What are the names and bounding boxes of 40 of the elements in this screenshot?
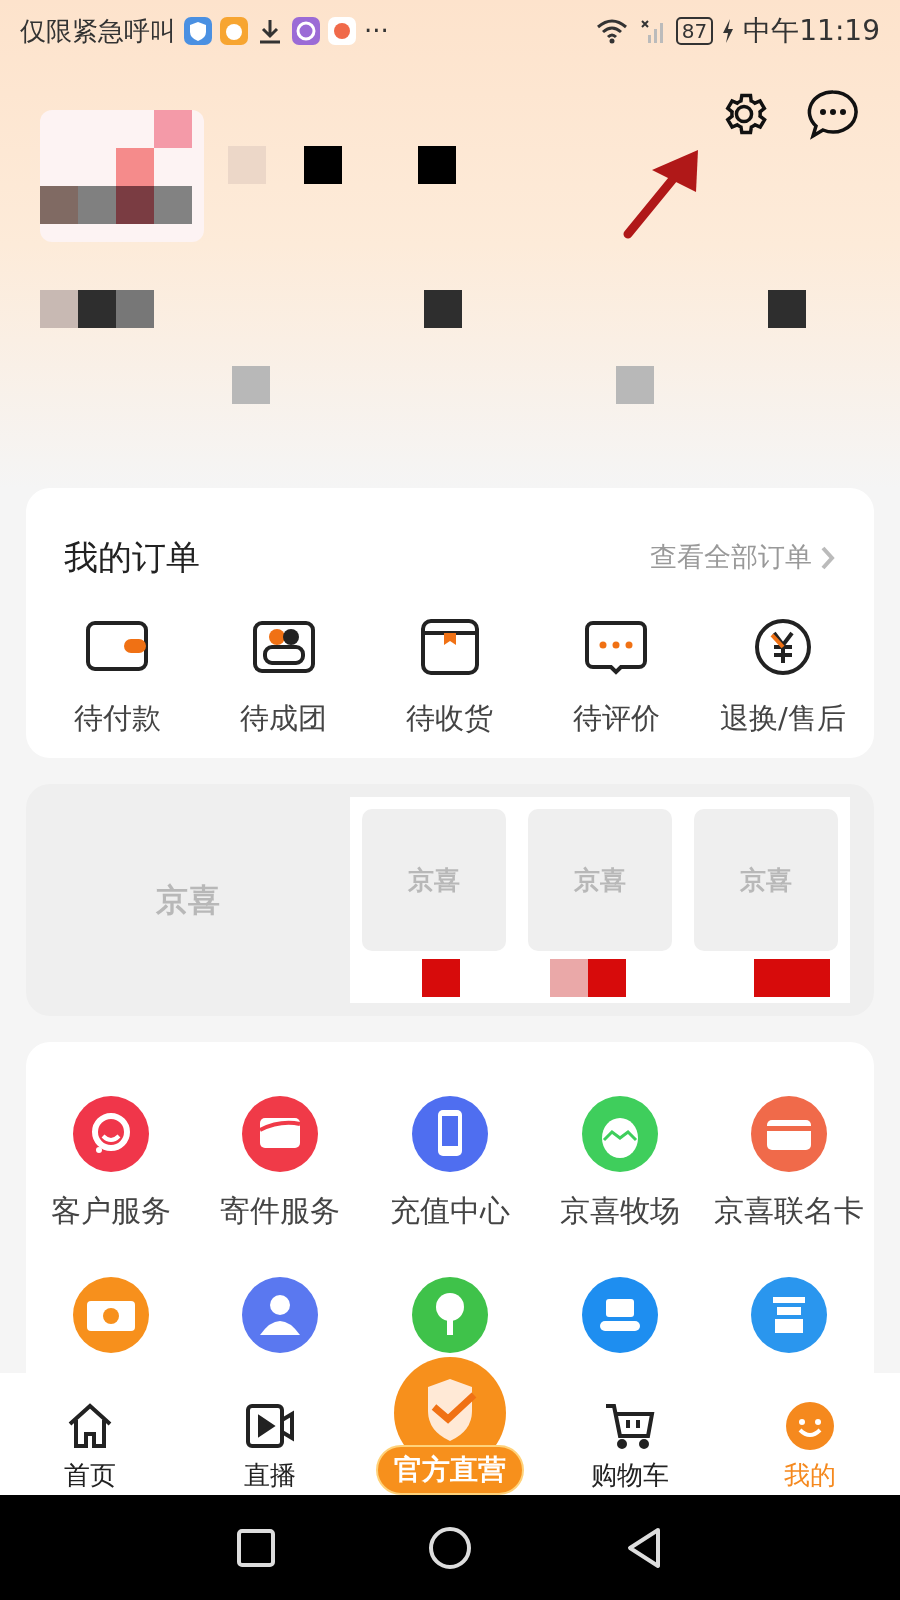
- charging-icon: [721, 18, 736, 44]
- service-icon: [412, 1096, 488, 1172]
- service-icon: [581, 1277, 658, 1353]
- service-button[interactable]: 京喜联名卡: [704, 1096, 874, 1233]
- service-icon: [581, 1096, 658, 1172]
- order-status-button[interactable]: 待收货: [366, 617, 534, 741]
- mosaic-drawing: [422, 959, 460, 997]
- shield-app-icon: [184, 17, 212, 45]
- service-button[interactable]: [242, 1277, 319, 1353]
- service-button[interactable]: [581, 1277, 658, 1353]
- battery-level: 87: [675, 17, 714, 45]
- tab-item[interactable]: 直播: [180, 1400, 360, 1495]
- recent-apps-icon[interactable]: [236, 1527, 276, 1568]
- status-text: 仅限紧急呼叫: [20, 14, 176, 48]
- service-icon: [242, 1096, 319, 1172]
- status-time: 中午11:19: [743, 13, 880, 49]
- service-icon: [72, 1277, 149, 1353]
- order-status-button[interactable]: 待评价: [533, 617, 700, 741]
- service-icon: [751, 1096, 828, 1172]
- service-button[interactable]: 充值中心: [365, 1096, 535, 1233]
- app-icon: [220, 17, 248, 45]
- service-button[interactable]: 寄件服务: [195, 1096, 366, 1233]
- more-indicator: ···: [364, 14, 389, 48]
- service-icon: [242, 1277, 319, 1353]
- service-button[interactable]: 客户服务: [26, 1096, 196, 1233]
- section-title: 我的订单: [64, 536, 200, 579]
- message-icon[interactable]: [806, 88, 860, 140]
- service-icon: [412, 1277, 488, 1353]
- order-status-button[interactable]: 待成团: [200, 617, 367, 741]
- service-button[interactable]: [751, 1277, 828, 1353]
- service-button[interactable]: 京喜牧场: [534, 1096, 705, 1233]
- order-status-button[interactable]: 待付款: [34, 617, 201, 741]
- tab-item[interactable]: 购物车: [540, 1400, 720, 1495]
- service-icon: [751, 1277, 828, 1353]
- chevron-right-icon: [820, 544, 836, 571]
- service-icon: [72, 1096, 149, 1172]
- tab-item[interactable]: 首页: [0, 1400, 180, 1495]
- home-button-icon[interactable]: [428, 1525, 472, 1570]
- order-status-button[interactable]: 退换/售后: [699, 617, 866, 741]
- app-icon: [292, 17, 320, 45]
